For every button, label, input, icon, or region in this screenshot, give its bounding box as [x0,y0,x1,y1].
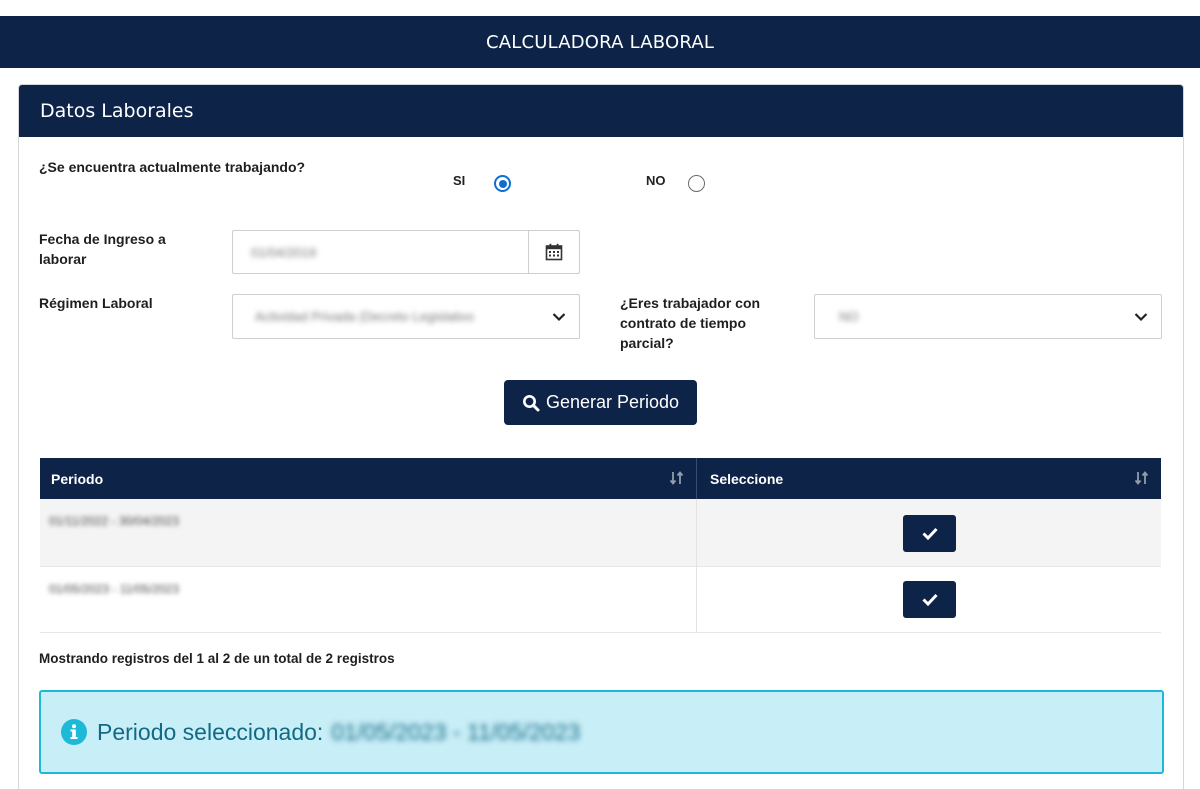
info-icon [61,719,87,745]
cell-seleccione [697,499,1161,566]
selected-period-label: Periodo seleccionado: [97,718,324,745]
selected-period-alert: Periodo seleccionado: 01/05/2023 - 11/05… [39,690,1164,774]
column-header-periodo[interactable]: Periodo [40,458,697,499]
card-title: Datos Laborales [40,100,194,122]
check-icon [921,527,938,540]
working-question-label: ¿Se encuentra actualmente trabajando? [39,159,306,175]
app-title-bar: CALCULADORA LABORAL [0,16,1200,68]
selected-period-value: 01/05/2023 - 11/05/2023 [331,718,581,745]
regimen-label: Régimen Laboral [39,295,153,311]
cell-seleccione [697,567,1161,632]
search-icon [522,394,540,411]
cell-periodo: 01/11/2022 - 30/04/2023 [40,499,697,566]
radio-no-label: NO [646,173,666,188]
table-header: Periodo Seleccione [40,458,1161,499]
fecha-ingreso-input[interactable]: 01/04/2019 [232,230,580,274]
select-period-button[interactable] [903,581,956,618]
fecha-ingreso-label: Fecha de Ingreso a laborar [39,231,166,267]
generar-periodo-label: Generar Periodo [545,392,680,412]
table-row: 01/11/2022 - 30/04/2023 [40,499,1161,567]
generar-periodo-button[interactable]: Generar Periodo [504,380,697,425]
card-header: Datos Laborales [19,85,1183,137]
sort-icon [670,471,684,485]
tiempo-parcial-value: NO [839,309,859,324]
chevron-down-icon [1121,312,1161,322]
radio-si[interactable] [494,175,511,192]
tiempo-parcial-label: ¿Eres trabajador con contrato de tiempo … [620,295,761,351]
regimen-value: Actividad Privada (Decreto Legislativo [255,309,474,324]
records-summary: Mostrando registros del 1 al 2 de un tot… [39,651,395,666]
table-row: 01/05/2023 - 11/05/2023 [40,567,1161,633]
datos-laborales-card: Datos Laborales [18,84,1184,789]
column-header-seleccione[interactable]: Seleccione [697,458,1161,499]
radio-no[interactable] [688,175,705,192]
calendar-icon[interactable] [528,231,579,273]
regimen-select[interactable]: Actividad Privada (Decreto Legislativo [232,294,580,339]
radio-si-label: SI [453,173,466,188]
tiempo-parcial-select[interactable]: NO [814,294,1162,339]
cell-periodo: 01/05/2023 - 11/05/2023 [40,567,697,632]
periodos-table: Periodo Seleccione 01/11/2022 - 30/04/20… [40,458,1161,633]
fecha-ingreso-value: 01/04/2019 [251,244,317,260]
chevron-down-icon [539,312,579,322]
select-period-button[interactable] [903,515,956,552]
app-title: CALCULADORA LABORAL [485,31,715,53]
sort-icon [1135,471,1149,485]
check-icon [921,593,938,606]
